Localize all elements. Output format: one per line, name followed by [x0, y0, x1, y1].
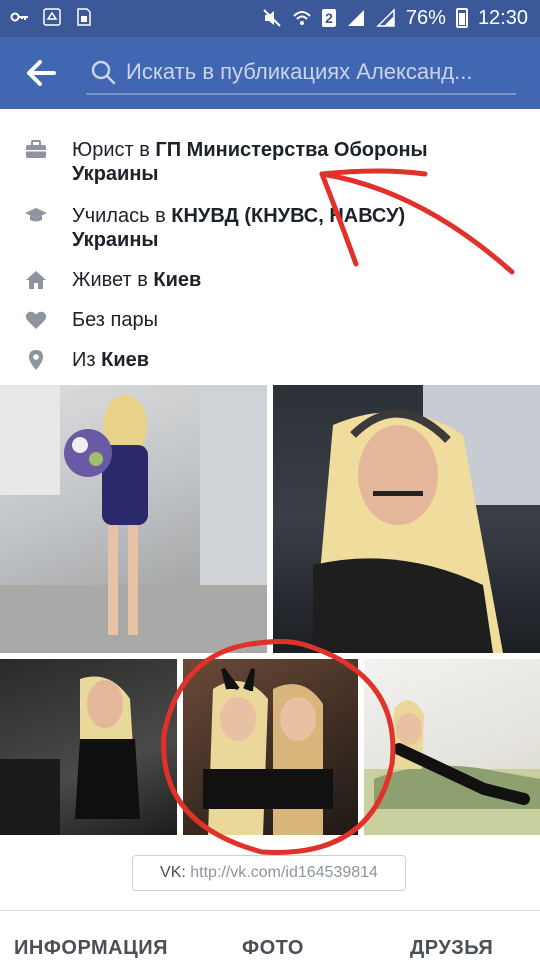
from-prefix: Из: [72, 349, 102, 371]
study-place-country: Украины: [72, 229, 159, 251]
work-row[interactable]: Юрист в ГП Министерства Обороны Украины: [0, 138, 428, 186]
photo-3-content: [0, 676, 140, 835]
search-icon: [91, 60, 116, 85]
relationship-row[interactable]: Без пары: [0, 308, 158, 332]
location-pin-icon: [29, 350, 43, 370]
photo-1[interactable]: [0, 385, 267, 653]
work-place: ГП Министерства Обороны: [155, 139, 428, 161]
mute-icon: [263, 9, 281, 27]
key-icon: [10, 12, 28, 22]
vk-label: VK:: [160, 864, 191, 881]
battery-icon: [455, 8, 468, 28]
from-city: Киев: [101, 349, 150, 371]
recycle-icon: [43, 8, 61, 26]
sim-badge: 2: [322, 9, 336, 27]
work-place-country: Украины: [72, 163, 159, 185]
lives-prefix: Живет в: [72, 269, 154, 291]
vk-url: http://vk.com/id164539814: [190, 864, 378, 881]
graduation-cap-icon: [25, 208, 47, 222]
hometown-row[interactable]: Из Киев: [0, 348, 149, 372]
clock: 12:30: [477, 7, 528, 29]
search-placeholder: Искать в публикациях Александ...: [126, 59, 473, 84]
photo-2-content: [313, 385, 540, 653]
tab-photos[interactable]: ФОТО: [242, 937, 304, 960]
status-left: [10, 7, 94, 27]
tab-friends[interactable]: ДРУЗЬЯ: [410, 937, 493, 960]
search-input[interactable]: Искать в публикациях Александ...: [86, 53, 516, 95]
photo-5[interactable]: [364, 659, 540, 835]
relationship-status: Без пары: [72, 309, 158, 331]
sim-file-icon: [77, 8, 91, 26]
wifi-icon: [293, 11, 311, 25]
photo-4-content: [203, 667, 333, 835]
status-right: 2 76% 12:30: [262, 6, 528, 30]
education-row[interactable]: Училась в КНУВД (КНУВС, НАВСУ) Украины: [0, 204, 405, 252]
photo-5-content: [364, 700, 540, 835]
study-place: КНУВД (КНУВС, НАВСУ): [171, 205, 406, 227]
vk-link[interactable]: VK: http://vk.com/id164539814: [132, 855, 406, 891]
heart-icon: [25, 311, 47, 329]
tab-info[interactable]: ИНФОРМАЦИЯ: [14, 937, 168, 960]
lives-city: Киев: [153, 269, 202, 291]
back-arrow-icon[interactable]: [26, 59, 56, 87]
home-icon: [26, 271, 46, 289]
signal-2-icon: [376, 8, 395, 27]
photo-4[interactable]: [183, 659, 358, 835]
search-header: Искать в публикациях Александ...: [0, 37, 540, 109]
photo-2[interactable]: [273, 385, 540, 653]
status-bar: 2 76% 12:30: [0, 0, 540, 37]
battery-percent: 76%: [405, 7, 446, 29]
signal-icon: [347, 10, 364, 26]
photo-3[interactable]: [0, 659, 177, 835]
study-prefix: Училась в: [72, 205, 172, 227]
work-prefix: Юрист в: [72, 139, 156, 161]
lives-row[interactable]: Живет в Киев: [0, 268, 201, 292]
briefcase-icon: [26, 140, 46, 158]
profile-tabs: ИНФОРМАЦИЯ ФОТО ДРУЗЬЯ: [0, 911, 540, 960]
photo-1-content: [0, 385, 267, 653]
